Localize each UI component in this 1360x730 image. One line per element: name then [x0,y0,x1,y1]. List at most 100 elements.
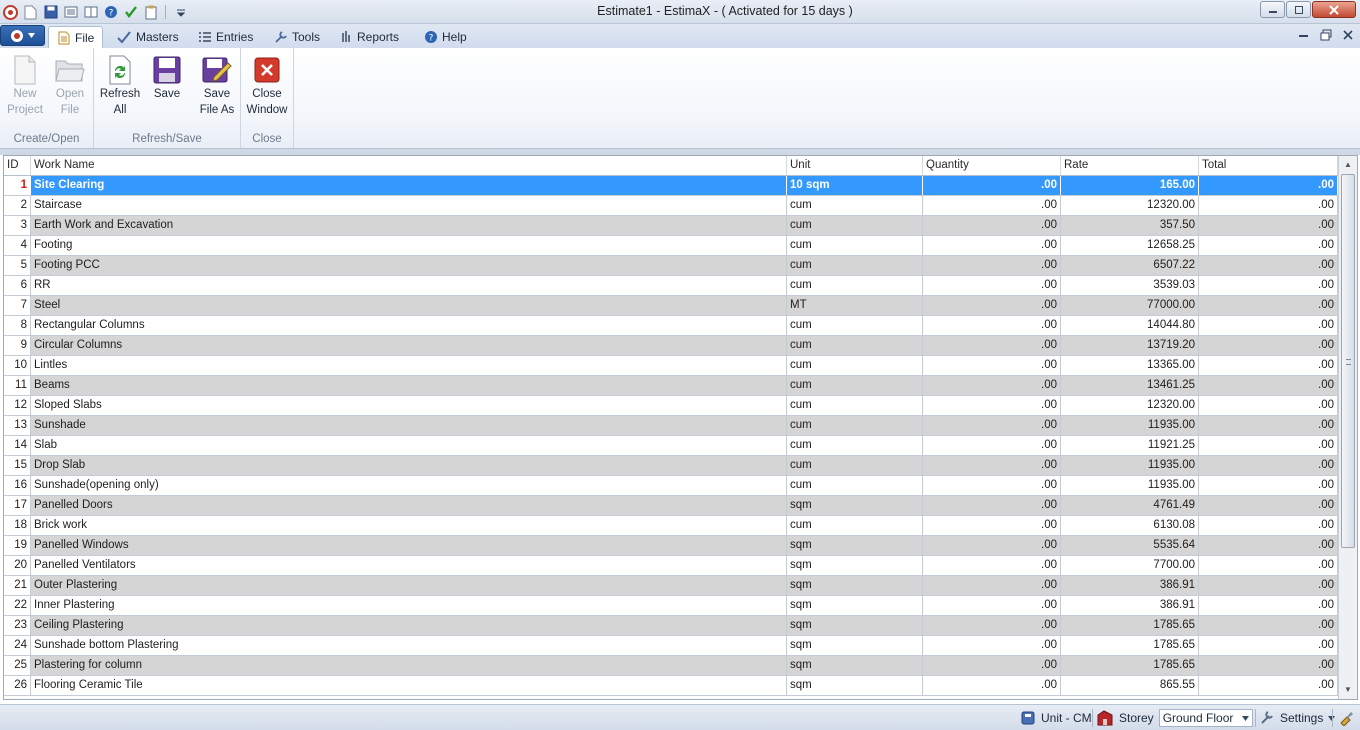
cell-name[interactable]: Brick work [31,516,787,535]
cell-id[interactable]: 9 [4,336,31,355]
cell-name[interactable]: Panelled Windows [31,536,787,555]
cell-name[interactable]: Panelled Ventilators [31,556,787,575]
cell-total[interactable]: .00 [1199,536,1338,555]
table-row[interactable]: 5 Footing PCC cum .00 6507.22.00 [4,256,1338,276]
cell-rate[interactable]: 13365.00 [1061,356,1199,375]
cell-unit[interactable]: cum [787,376,923,395]
cell-name[interactable]: Sunshade(opening only) [31,476,787,495]
cell-total[interactable]: .00 [1199,316,1338,335]
save-file-as-button[interactable]: Save File As [196,54,238,118]
header-id[interactable]: ID [4,156,31,175]
cell-name[interactable]: Lintles [31,356,787,375]
cell-id[interactable]: 13 [4,416,31,435]
header-quantity[interactable]: Quantity [923,156,1061,175]
cell-unit[interactable]: sqm [787,576,923,595]
settings-button[interactable]: Settings [1259,708,1336,728]
cell-id[interactable]: 18 [4,516,31,535]
table-row[interactable]: 17 Panelled Doors sqm .00 4761.49.00 [4,496,1338,516]
cell-qty[interactable]: .00 [923,596,1061,615]
cell-qty[interactable]: .00 [923,656,1061,675]
cell-rate[interactable]: 12320.00 [1061,196,1199,215]
cell-id[interactable]: 26 [4,676,31,695]
cell-qty[interactable]: .00 [923,216,1061,235]
table-row[interactable]: 21 Outer Plastering sqm .00 386.91.00 [4,576,1338,596]
cell-unit[interactable]: sqm [787,636,923,655]
cell-unit[interactable]: cum [787,356,923,375]
cell-total[interactable]: .00 [1199,476,1338,495]
mdi-restore-button[interactable] [1320,29,1332,41]
cell-qty[interactable]: .00 [923,256,1061,275]
table-row[interactable]: 13 Sunshade cum .00 11935.00.00 [4,416,1338,436]
cell-id[interactable]: 14 [4,436,31,455]
cell-id[interactable]: 12 [4,396,31,415]
cell-total[interactable]: .00 [1199,376,1338,395]
tab-entries[interactable]: Entries [190,26,261,48]
cell-name[interactable]: Flooring Ceramic Tile [31,676,787,695]
close-window-button[interactable]: Close Window [246,54,288,118]
cell-qty[interactable]: .00 [923,616,1061,635]
cell-name[interactable]: Beams [31,376,787,395]
cell-id[interactable]: 15 [4,456,31,475]
cell-rate[interactable]: 4761.49 [1061,496,1199,515]
cell-unit[interactable]: cum [787,476,923,495]
cell-unit[interactable]: cum [787,436,923,455]
cell-id[interactable]: 22 [4,596,31,615]
cell-unit[interactable]: cum [787,336,923,355]
cell-name[interactable]: Circular Columns [31,336,787,355]
cell-name[interactable]: Slab [31,436,787,455]
table-row[interactable]: 19 Panelled Windows sqm .00 5535.64.00 [4,536,1338,556]
cell-name[interactable]: Drop Slab [31,456,787,475]
cell-rate[interactable]: 3539.03 [1061,276,1199,295]
cell-total[interactable]: .00 [1199,236,1338,255]
scroll-up-arrow-icon[interactable]: ▲ [1339,156,1357,173]
cell-name[interactable]: Earth Work and Excavation [31,216,787,235]
work-items-grid[interactable]: ID Work Name Unit Quantity Rate Total 1S… [3,155,1358,700]
cell-total[interactable]: .00 [1199,196,1338,215]
cell-unit[interactable]: cum [787,316,923,335]
cell-id[interactable]: 6 [4,276,31,295]
cell-name[interactable]: Footing [31,236,787,255]
unit-indicator[interactable]: Unit - CM [1020,708,1092,728]
cell-id[interactable]: 1 [4,176,31,195]
cell-rate[interactable]: 12658.25 [1061,236,1199,255]
tab-help[interactable]: ? Help [416,26,475,48]
restore-button[interactable] [1286,1,1311,18]
table-row[interactable]: 4 Footing cum .00 12658.25.00 [4,236,1338,256]
cell-rate[interactable]: 11935.00 [1061,476,1199,495]
cell-total[interactable]: .00 [1199,596,1338,615]
cell-name[interactable]: Site Clearing [31,176,787,195]
cell-name[interactable]: Sunshade bottom Plastering [31,636,787,655]
cell-qty[interactable]: .00 [923,236,1061,255]
cell-name[interactable]: Sloped Slabs [31,396,787,415]
cell-rate[interactable]: 11935.00 [1061,416,1199,435]
cell-name[interactable]: Sunshade [31,416,787,435]
cell-name[interactable]: Plastering for column [31,656,787,675]
cell-rate[interactable]: 14044.80 [1061,316,1199,335]
cell-total[interactable]: .00 [1199,176,1338,195]
table-row[interactable]: 18 Brick work cum .00 6130.08.00 [4,516,1338,536]
cell-qty[interactable]: .00 [923,296,1061,315]
brush-button[interactable] [1338,708,1354,728]
mdi-close-button[interactable] [1342,29,1354,41]
minimize-button[interactable] [1260,1,1285,18]
cell-rate[interactable]: 1785.65 [1061,636,1199,655]
cell-total[interactable]: .00 [1199,276,1338,295]
cell-total[interactable]: .00 [1199,396,1338,415]
cell-rate[interactable]: 13719.20 [1061,336,1199,355]
cell-name[interactable]: Outer Plastering [31,576,787,595]
cell-qty[interactable]: .00 [923,536,1061,555]
cell-rate[interactable]: 386.91 [1061,596,1199,615]
cell-unit[interactable]: cum [787,516,923,535]
table-row[interactable]: 8 Rectangular Columns cum .00 14044.80.00 [4,316,1338,336]
cell-name[interactable]: Steel [31,296,787,315]
cell-total[interactable]: .00 [1199,356,1338,375]
header-work-name[interactable]: Work Name [31,156,787,175]
table-row[interactable]: 23 Ceiling Plastering sqm .00 1785.65.00 [4,616,1338,636]
cell-id[interactable]: 10 [4,356,31,375]
header-rate[interactable]: Rate [1061,156,1199,175]
save-button[interactable]: Save [149,54,185,102]
cell-rate[interactable]: 5535.64 [1061,536,1199,555]
cell-name[interactable]: Ceiling Plastering [31,616,787,635]
cell-rate[interactable]: 13461.25 [1061,376,1199,395]
cell-name[interactable]: Rectangular Columns [31,316,787,335]
